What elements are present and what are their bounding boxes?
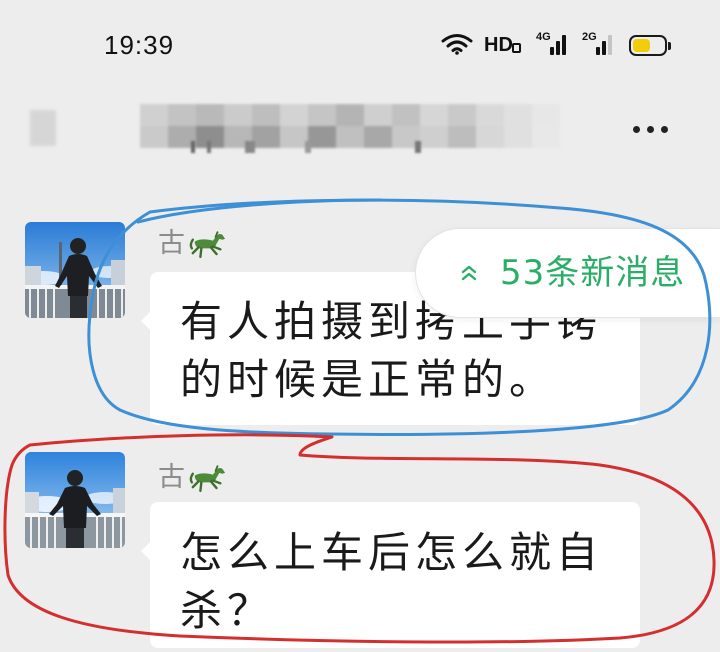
chat-header [0, 95, 720, 160]
signal-bar [608, 35, 612, 55]
avatar-photo [25, 222, 125, 318]
sim2-network-label: 2G [582, 31, 597, 43]
blurred-back-button[interactable] [30, 110, 56, 146]
more-icon[interactable] [633, 126, 673, 134]
signal-bar [562, 35, 566, 55]
hd-call-icon [512, 43, 521, 53]
new-messages-button[interactable]: 53条新消息 [415, 228, 720, 318]
sim2-signal-icon [596, 35, 612, 55]
signal-bar [596, 47, 600, 55]
battery-level-fill [633, 39, 650, 52]
sender-avatar[interactable] [25, 222, 125, 318]
message-bubble[interactable]: 怎么上车后怎么就自杀？ [141, 502, 640, 648]
status-time: 19:39 [104, 30, 175, 60]
chat-screen: { "status_bar": { "time": "19:39", "wifi… [0, 0, 720, 652]
double-chevron-up-icon [461, 265, 477, 281]
horse-icon [189, 465, 226, 493]
wifi-icon [441, 34, 473, 55]
new-messages-label: 53条新消息 [500, 253, 686, 293]
signal-bar [602, 41, 606, 55]
avatar-photo [25, 452, 125, 548]
sender-name: 古 [158, 462, 185, 493]
status-bar: 19:39 HD 4G 2G [0, 0, 720, 75]
sim1-signal-icon [550, 35, 566, 55]
horse-icon [189, 231, 226, 259]
battery-cap [668, 42, 671, 50]
sim1-network-label: 4G [536, 31, 551, 43]
blurred-title-fragments [185, 141, 445, 153]
more-dot [661, 126, 668, 133]
more-dot [633, 126, 640, 133]
battery-icon [629, 35, 667, 56]
signal-bar [550, 47, 554, 55]
message-row: 古 怎么上车后怎么就自杀？ [0, 452, 720, 648]
message-text: 怎么上车后怎么就自杀？ [180, 528, 604, 635]
more-dot [647, 126, 654, 133]
hd-voice-label: HD [484, 34, 513, 56]
sender-avatar[interactable] [25, 452, 125, 548]
sender-name: 古 [158, 228, 185, 259]
signal-bar [556, 41, 560, 55]
